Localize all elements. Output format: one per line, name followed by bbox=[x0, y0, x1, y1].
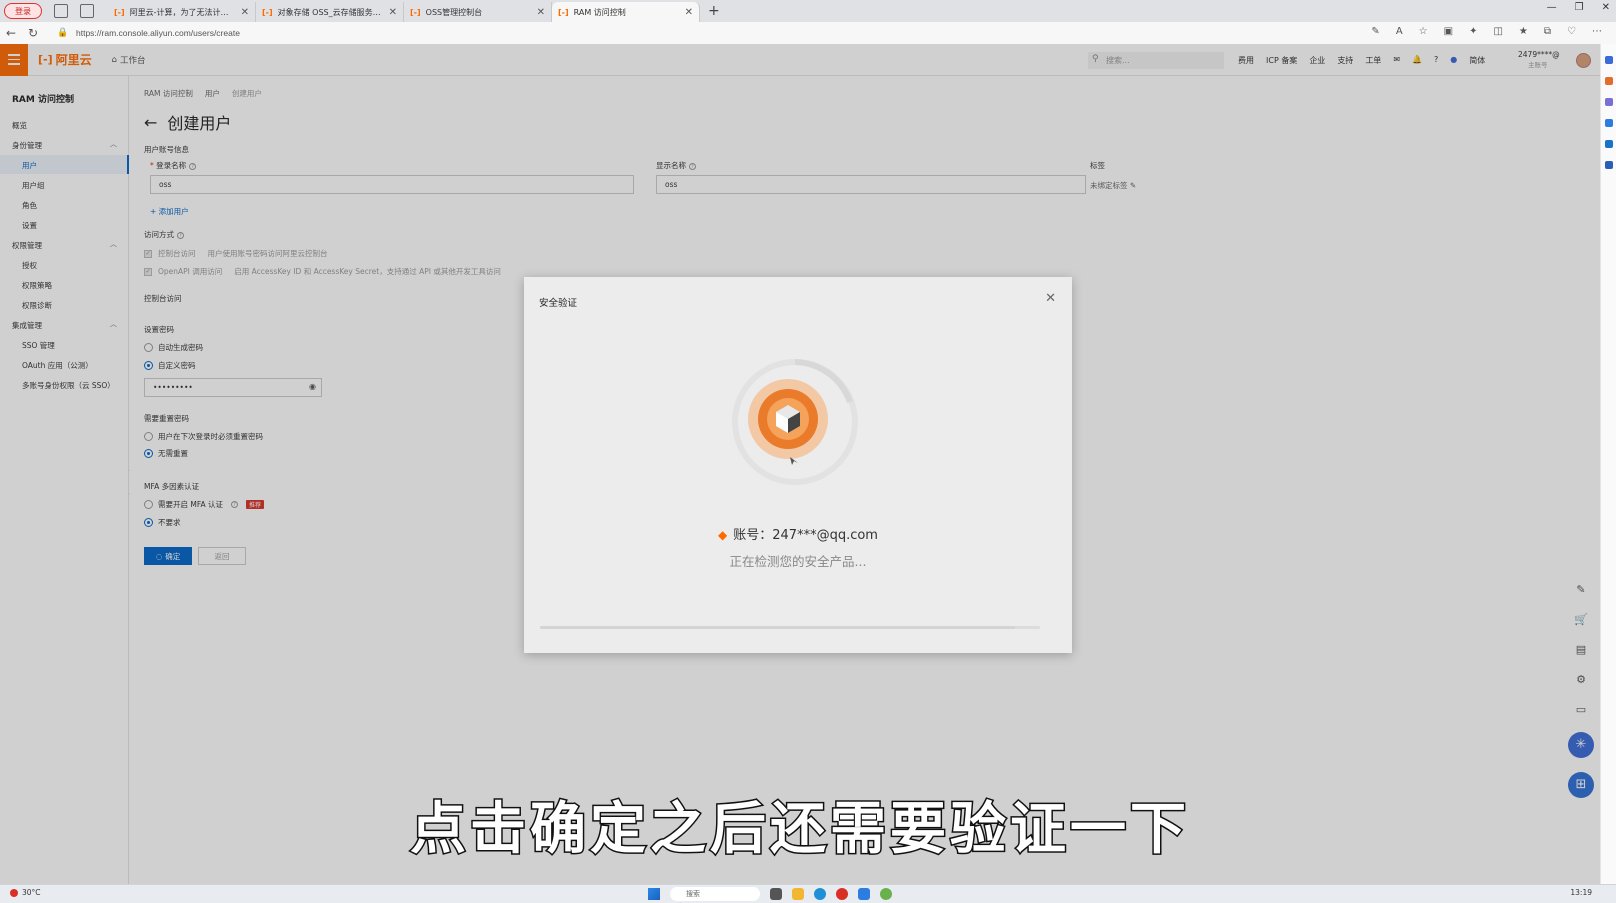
verification-progress-bar bbox=[540, 626, 1040, 629]
profile-button[interactable]: 登录 bbox=[4, 3, 42, 19]
aliyun-favicon-icon: [-] bbox=[558, 7, 569, 17]
tab-title: RAM 访问控制 bbox=[573, 7, 626, 17]
shopping-icon[interactable] bbox=[1604, 77, 1613, 85]
browser-toolbar-icons: ✎ A ☆ ▣ ✦ ◫ ★ ⧉ ♡ ⋯ bbox=[1371, 26, 1602, 37]
copilot-icon[interactable] bbox=[1604, 56, 1613, 64]
weather-widget[interactable]: 30°C bbox=[10, 888, 41, 897]
browser-tab[interactable]: [-] 阿里云-计算，为了无法计算的价 ✕ bbox=[108, 2, 256, 22]
close-window-icon[interactable]: ✕ bbox=[1602, 2, 1610, 13]
workspaces-icon[interactable] bbox=[54, 4, 68, 18]
minimize-icon[interactable]: — bbox=[1547, 2, 1557, 13]
app-icon[interactable] bbox=[880, 888, 892, 900]
weather-icon bbox=[10, 888, 18, 897]
detecting-status-text: 正在检测您的安全产品... bbox=[729, 554, 867, 569]
window-controls: — ❐ ✕ bbox=[1547, 2, 1610, 13]
dialog-title: 安全验证 bbox=[539, 298, 578, 309]
os-taskbar: 30°C 搜索 13:19 bbox=[0, 884, 1616, 903]
games-icon[interactable] bbox=[1604, 119, 1613, 127]
account-line: ◆ 账号：247***@qq.com bbox=[524, 524, 1072, 543]
browser-essentials-icon[interactable]: ♡ bbox=[1567, 26, 1576, 37]
extensions-icon[interactable]: ✦ bbox=[1469, 26, 1477, 37]
aliyun-favicon-icon: [-] bbox=[114, 7, 125, 17]
tab-title: 对象存储 OSS_云存储服务_企业 bbox=[277, 7, 384, 17]
extension-icon[interactable]: ▣ bbox=[1444, 26, 1453, 37]
tab-title: 阿里云-计算，为了无法计算的价 bbox=[129, 7, 236, 17]
video-subtitle: 点击确定之后还需要验证一下 bbox=[409, 796, 1190, 864]
tab-actions-icon[interactable] bbox=[80, 4, 94, 18]
tab-title: OSS管理控制台 bbox=[425, 7, 483, 17]
edge-browser-icon[interactable] bbox=[814, 888, 826, 900]
close-icon[interactable]: ✕ bbox=[1045, 291, 1056, 306]
address-bar: ← ↻ 🔒 https://ram.console.aliyun.com/use… bbox=[0, 22, 1616, 44]
people-icon[interactable] bbox=[1604, 98, 1613, 106]
system-clock[interactable]: 13:19 bbox=[1570, 888, 1592, 897]
collections-icon[interactable]: ⧉ bbox=[1544, 26, 1551, 37]
split-screen-icon[interactable]: ◫ bbox=[1493, 26, 1502, 37]
browser-tab-active[interactable]: [-] RAM 访问控制 ✕ bbox=[552, 2, 700, 22]
windows-start-icon[interactable] bbox=[648, 888, 660, 900]
reload-icon[interactable]: ↻ bbox=[22, 26, 44, 40]
back-icon[interactable]: ← bbox=[0, 26, 22, 40]
shield-icon: ◆ bbox=[718, 528, 728, 542]
aliyun-favicon-icon: [-] bbox=[262, 7, 273, 17]
browser-tab-bar: 登录 [-] 阿里云-计算，为了无法计算的价 ✕ [-] 对象存储 OSS_云存… bbox=[0, 0, 1616, 22]
favorites-icon[interactable]: ★ bbox=[1519, 26, 1528, 37]
security-shield-icon bbox=[732, 359, 858, 485]
taskbar-apps: 搜索 bbox=[648, 887, 892, 901]
browser-sidebar-strip bbox=[1600, 44, 1616, 884]
task-view-icon[interactable] bbox=[770, 888, 782, 900]
favorite-star-icon[interactable]: ☆ bbox=[1419, 26, 1428, 37]
more-icon[interactable]: ⋯ bbox=[1592, 26, 1602, 37]
outlook-icon[interactable] bbox=[1604, 140, 1613, 148]
browser-tab[interactable]: [-] 对象存储 OSS_云存储服务_企业 ✕ bbox=[256, 2, 404, 22]
edit-icon[interactable]: ✎ bbox=[1371, 26, 1379, 37]
close-tab-icon[interactable]: ✕ bbox=[389, 7, 397, 18]
close-tab-icon[interactable]: ✕ bbox=[685, 7, 693, 18]
chrome-browser-icon[interactable] bbox=[836, 888, 848, 900]
file-explorer-icon[interactable] bbox=[792, 888, 804, 900]
url-field[interactable]: https://ram.console.aliyun.com/users/cre… bbox=[76, 28, 240, 38]
word-icon[interactable] bbox=[1604, 161, 1613, 169]
security-verification-dialog: 安全验证 ✕ ◆ 账号：247***@qq.com 正在检测您的安全产品... bbox=[524, 277, 1072, 653]
new-tab-icon[interactable]: + bbox=[708, 3, 720, 19]
aliyun-favicon-icon: [-] bbox=[410, 7, 421, 17]
account-text: 账号：247***@qq.com bbox=[733, 528, 878, 543]
lock-icon: 🔒 bbox=[57, 28, 69, 38]
close-tab-icon[interactable]: ✕ bbox=[241, 7, 249, 18]
store-icon[interactable] bbox=[858, 888, 870, 900]
weather-temp: 30°C bbox=[22, 888, 41, 897]
read-aloud-icon[interactable]: A bbox=[1396, 26, 1403, 37]
progress-fill bbox=[540, 626, 1015, 629]
taskbar-search-input[interactable]: 搜索 bbox=[670, 887, 760, 901]
maximize-icon[interactable]: ❐ bbox=[1575, 2, 1584, 13]
browser-tab[interactable]: [-] OSS管理控制台 ✕ bbox=[404, 2, 552, 22]
verification-loader bbox=[730, 357, 860, 487]
close-tab-icon[interactable]: ✕ bbox=[537, 7, 545, 18]
